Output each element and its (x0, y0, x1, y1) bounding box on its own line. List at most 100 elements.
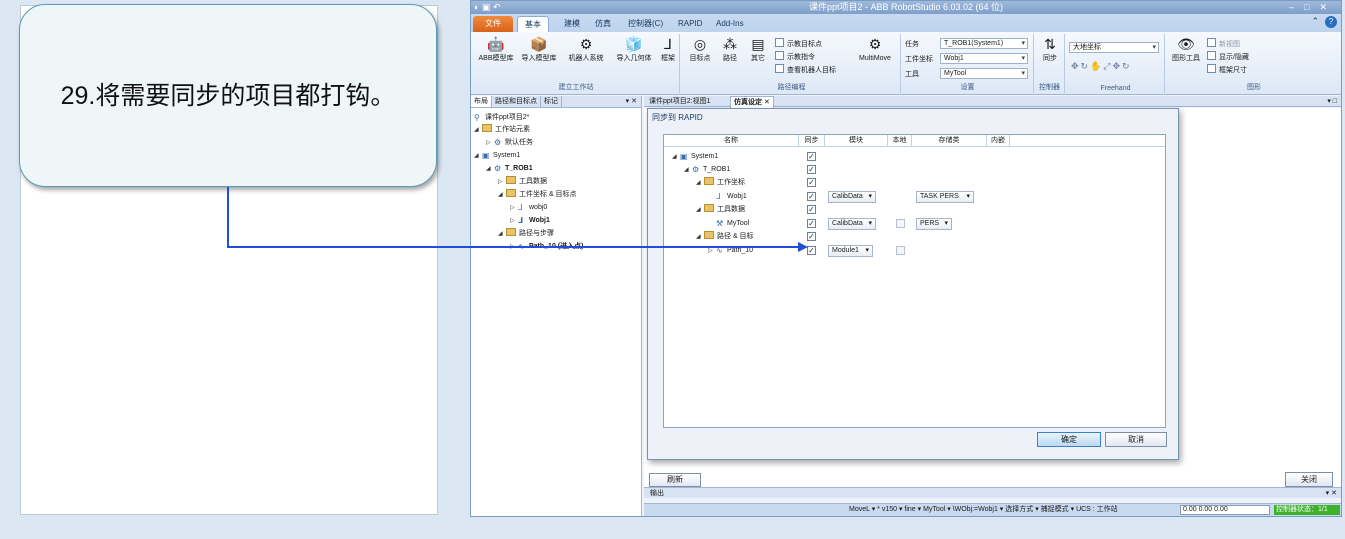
import-geometry-button[interactable]: 🧊 导入几何体 (613, 36, 655, 63)
cancel-button[interactable]: 取消 (1105, 432, 1167, 447)
tree-wobj0[interactable]: ▷ ⅃ wobj0 (510, 202, 547, 214)
close-button[interactable]: 关闭 (1285, 472, 1333, 487)
group-label: 路径编程 (777, 84, 806, 91)
close-tab-icon[interactable]: ✕ (764, 99, 770, 106)
col-module[interactable]: 模块 (825, 135, 888, 147)
module-select[interactable]: Module1 (828, 245, 873, 257)
multimove-button[interactable]: ⚙ MultiMove (855, 36, 895, 63)
window-controls[interactable]: –□✕ (1289, 1, 1337, 13)
teach-target-button[interactable]: 示教目标点 (775, 38, 822, 50)
teach-instruction-button[interactable]: 示教指令 (775, 51, 815, 63)
tree-paths-procedures[interactable]: ◢ 路径与步骤 (498, 228, 554, 240)
tree-tooldata[interactable]: ▷ 工具数据 (498, 176, 547, 188)
sync-to-rapid-dialog: 同步到 RAPID 名称 同步 模块 本地 存储类 内嵌 ◢ ▣ System1 ✓… (647, 108, 1179, 460)
local-checkbox[interactable] (896, 219, 905, 228)
tree-wobj-targets[interactable]: ◢ 工件坐标 & 目标点 (498, 189, 577, 201)
robot-system-button[interactable]: ⚙ 机器人系统 (565, 36, 607, 63)
output-tab[interactable]: 输出 (650, 490, 664, 497)
tree-station[interactable]: ⚲ 课件ppt项目2* (474, 112, 529, 123)
tab-tags[interactable]: 标记 (541, 96, 562, 107)
frame-icon: ⅃ (518, 203, 523, 212)
tab-controller[interactable]: 控制器(C) (621, 16, 670, 32)
view-tools-button[interactable]: 👁 图形工具 (1169, 36, 1203, 63)
frame-size-button[interactable]: 框架尺寸 (1207, 64, 1247, 76)
module-select[interactable]: CalibData (828, 218, 876, 230)
col-local[interactable]: 本地 (888, 135, 912, 147)
other-button[interactable]: ▤ 其它 (745, 36, 771, 63)
table-row: ◢ 工具数据 ✓ (696, 204, 816, 214)
tool-select[interactable]: MyTool (940, 68, 1028, 79)
path-button[interactable]: ⁂ 路径 (717, 36, 743, 63)
instruction-callout: 29.将需要同步的项目都打钩。 (19, 4, 437, 187)
col-storage[interactable]: 存储类 (912, 135, 987, 147)
sync-checkbox[interactable]: ✓ (807, 246, 816, 255)
sync-checkbox[interactable]: ✓ (807, 152, 816, 161)
minimize-ribbon-icon[interactable]: ⌃ (1311, 16, 1319, 26)
tab-paths-targets[interactable]: 路径和目标点 (492, 96, 541, 107)
tab-modeling[interactable]: 建模 (557, 16, 587, 32)
eye-icon: 👁 (1177, 36, 1195, 52)
tool-icon: ⚒ (716, 219, 724, 228)
help-icon[interactable]: ? (1325, 16, 1337, 28)
tree-path10[interactable]: ▷ ∿ Path_10 (进入点) (510, 241, 583, 253)
ok-button[interactable]: 确定 (1037, 432, 1101, 447)
sync-checkbox[interactable]: ✓ (807, 178, 816, 187)
folder-icon (482, 124, 492, 132)
new-view-icon (1207, 38, 1216, 47)
sync-checkbox[interactable]: ✓ (807, 219, 816, 228)
local-checkbox[interactable] (896, 246, 905, 255)
tab-sim-setup[interactable]: 仿真设定 ✕ (730, 96, 774, 108)
wobj-label: 工件坐标 (905, 56, 933, 63)
group-label: 图形 (1247, 84, 1261, 91)
output-close-icon[interactable]: ▾ ✕ (1326, 488, 1337, 499)
storage-select[interactable]: PERS (916, 218, 952, 230)
group-label: 设置 (960, 84, 975, 91)
quick-access-icon[interactable]: ◐ ▣ ↶ (474, 1, 500, 13)
frame-button[interactable]: ⅃ 框架 (657, 36, 679, 63)
tab-rapid[interactable]: RAPID (671, 16, 709, 32)
folder-icon (704, 177, 714, 185)
controller-state[interactable]: 控制器状态：1/1 (1274, 505, 1340, 515)
sync-checkbox[interactable]: ✓ (807, 232, 816, 241)
col-sync[interactable]: 同步 (799, 135, 825, 147)
teach-target-icon (775, 38, 784, 47)
sync-button[interactable]: ⇅ 同步 (1038, 36, 1062, 63)
tab-file[interactable]: 文件 (F) (473, 16, 513, 44)
controller-icon: ▣ (482, 151, 490, 160)
refresh-button[interactable]: 刷新 (649, 473, 701, 487)
sync-checkbox[interactable]: ✓ (807, 192, 816, 201)
tree-system1[interactable]: ◢ ▣ System1 (474, 150, 520, 162)
station-icon: ⚲ (474, 113, 480, 122)
panel-close-icon[interactable]: ▾ ✕ (626, 96, 637, 107)
sync-checkbox[interactable]: ✓ (807, 205, 816, 214)
tab-layout[interactable]: 布局 (471, 96, 492, 107)
tree-station-elements[interactable]: ◢ 工作站元素 (474, 124, 530, 136)
coordinate-readout: 0.00 0.00 0.00 (1180, 505, 1270, 515)
new-view-button[interactable]: 新视图 (1207, 38, 1240, 50)
tab-view1[interactable]: 课件ppt项目2:视图1 (646, 96, 713, 107)
tree-wobj1[interactable]: ▷ ⅃ Wobj1 (510, 215, 550, 227)
import-library-button[interactable]: 📦 导入模型库 (518, 36, 560, 63)
col-name[interactable]: 名称 (664, 135, 799, 147)
tab-simulation[interactable]: 仿真 (588, 16, 618, 32)
status-instruction[interactable]: MoveL ▾ * v150 ▾ fine ▾ MyTool ▾ \WObj:=… (849, 504, 1118, 516)
wobj-select[interactable]: Wobj1 (940, 53, 1028, 64)
col-inline[interactable]: 内嵌 (987, 135, 1010, 147)
storage-select[interactable]: TASK PERS (916, 191, 974, 203)
tab-basic[interactable]: 基本 (517, 16, 549, 32)
reference-select[interactable]: 大地坐标 (1069, 42, 1159, 53)
folder-icon (506, 189, 516, 197)
library-icon: 📦 (530, 36, 548, 52)
show-hide-button[interactable]: 显示/隐藏 (1207, 51, 1249, 63)
document-controls-icon[interactable]: ▾ □ (1327, 96, 1337, 107)
sync-checkbox[interactable]: ✓ (807, 165, 816, 174)
task-select[interactable]: T_ROB1(System1) (940, 38, 1028, 49)
freehand-tools-icon[interactable]: ✥↻✋⤢✥↻ (1071, 61, 1132, 72)
tree-t-rob1[interactable]: ◢ ⚙ T_ROB1 (486, 163, 533, 175)
abb-library-button[interactable]: 🤖 ABB模型库 (476, 36, 516, 63)
tab-addins[interactable]: Add-Ins (709, 16, 751, 32)
view-robot-target-button[interactable]: 查看机器人目标 (775, 64, 836, 76)
module-select[interactable]: CalibData (828, 191, 876, 203)
target-button[interactable]: ◎ 目标点 (687, 36, 713, 63)
tree-default-task[interactable]: ▷ ⚙ 默认任务 (486, 137, 533, 149)
